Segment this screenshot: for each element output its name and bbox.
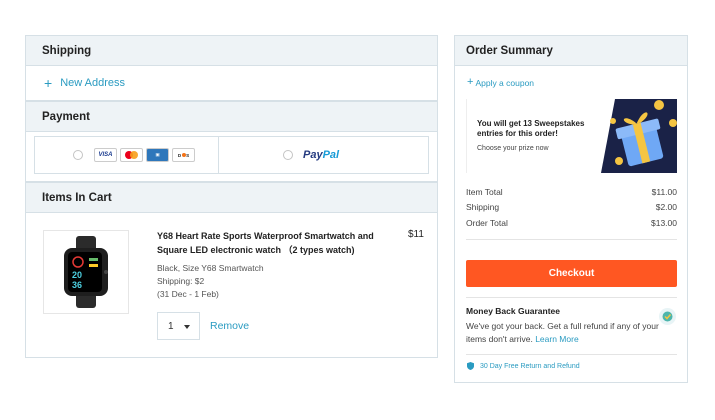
apply-coupon-link[interactable]: + Apply a coupon — [467, 77, 534, 88]
item-title[interactable]: Y68 Heart Rate Sports Waterproof Smartwa… — [157, 229, 387, 257]
discover-logo-icon: DS — [172, 148, 195, 162]
total-row-label: Shipping — [466, 202, 500, 213]
promo-subtext: Choose your prize now — [477, 145, 549, 152]
payment-options: VISA ▣ DS PayPal — [34, 136, 429, 174]
order-summary-header: Order Summary — [455, 36, 687, 66]
new-address-link[interactable]: + New Address — [25, 66, 438, 101]
total-row-value: $11.00 — [651, 186, 677, 197]
quantity-select[interactable]: 1 — [157, 312, 200, 340]
new-address-label: New Address — [60, 77, 125, 89]
total-row: Item Total $11.00 — [466, 184, 677, 200]
plus-icon: + — [44, 75, 53, 91]
total-row-label: Order Total — [466, 217, 508, 228]
shipping-header: Shipping — [25, 35, 438, 66]
total-row-value: $2.00 — [655, 202, 677, 213]
cart-item: 20 36 Y68 Heart Rate Sports Waterproof S… — [25, 213, 438, 358]
svg-text:20: 20 — [72, 270, 82, 280]
learn-more-link[interactable]: Learn More — [535, 334, 578, 344]
payment-option-card[interactable]: VISA ▣ DS — [35, 137, 218, 173]
mastercard-logo-icon — [120, 148, 143, 162]
payment-option-paypal[interactable]: PayPal — [218, 137, 428, 173]
remove-button[interactable]: Remove — [210, 320, 249, 332]
card-radio[interactable] — [73, 150, 83, 160]
divider — [466, 297, 677, 298]
checkout-left-column: Shipping + New Address Payment VISA ▣ DS… — [25, 35, 438, 358]
return-policy-label: 30 Day Free Return and Refund — [480, 362, 580, 370]
svg-text:36: 36 — [72, 280, 82, 290]
item-delivery: (31 Dec - 1 Feb) — [157, 289, 219, 299]
item-variant: Black, Size Y68 Smartwatch — [157, 263, 264, 273]
payment-title: Payment — [42, 110, 90, 123]
product-thumbnail[interactable]: 20 36 — [43, 230, 129, 314]
visa-logo-icon: VISA — [94, 148, 117, 162]
order-summary-title: Order Summary — [466, 44, 553, 57]
return-policy-link[interactable]: 30 Day Free Return and Refund — [467, 362, 580, 370]
cart-header: Items In Cart — [25, 182, 438, 213]
total-row: Order Total $13.00 — [466, 215, 677, 231]
item-shipping: Shipping: $2 — [157, 276, 205, 286]
divider — [466, 354, 677, 355]
shield-icon — [467, 362, 474, 370]
guarantee-badge-icon — [659, 308, 676, 325]
promo-text: You will get 13 Sweepstakes entries for … — [477, 119, 585, 138]
cart-title: Items In Cart — [42, 191, 112, 204]
quantity-value: 1 — [168, 320, 174, 332]
item-meta: Black, Size Y68 Smartwatch Shipping: $2 … — [157, 262, 264, 301]
total-row-label: Item Total — [466, 186, 503, 197]
paypal-radio[interactable] — [283, 150, 293, 160]
checkout-button[interactable]: Checkout — [466, 260, 677, 287]
order-summary: Order Summary + Apply a coupon You will … — [454, 35, 688, 383]
smartwatch-image: 20 36 — [64, 236, 108, 308]
sweepstakes-promo[interactable]: You will get 13 Sweepstakes entries for … — [466, 99, 677, 173]
plus-icon: + — [467, 76, 474, 88]
shipping-title: Shipping — [42, 44, 92, 57]
divider — [466, 239, 677, 240]
paypal-logo: PayPal — [303, 149, 340, 161]
gift-box-icon — [601, 99, 677, 173]
amex-logo-icon: ▣ — [146, 148, 169, 162]
payment-body: VISA ▣ DS PayPal — [25, 132, 438, 182]
total-row: Shipping $2.00 — [466, 200, 677, 216]
money-back-text: We've got your back. Get a full refund i… — [466, 320, 661, 346]
coupon-label: Apply a coupon — [475, 77, 535, 88]
payment-header: Payment — [25, 101, 438, 132]
money-back-title: Money Back Guarantee — [466, 306, 561, 316]
order-totals: Item Total $11.00 Shipping $2.00 Order T… — [466, 184, 677, 231]
chevron-down-icon — [184, 325, 190, 329]
total-row-value: $13.00 — [651, 217, 677, 228]
item-price: $11 — [408, 229, 424, 240]
